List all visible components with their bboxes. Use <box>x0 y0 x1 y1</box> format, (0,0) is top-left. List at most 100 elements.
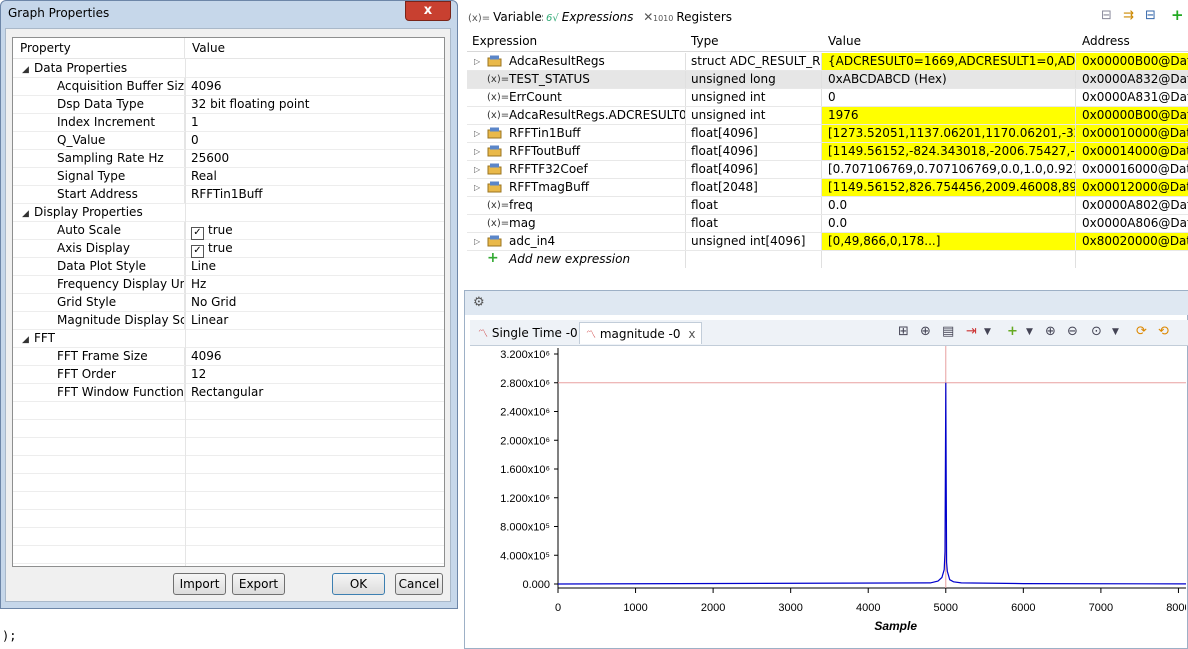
value-cell[interactable]: [0.707106769,0.707106769,0.0,1.0,0.92387… <box>822 161 1076 178</box>
value-cell[interactable]: 0xABCDABCD (Hex) <box>822 71 1076 88</box>
expand-arrow-icon[interactable]: ▷ <box>474 233 480 250</box>
value-column-header[interactable]: Value <box>828 32 861 51</box>
property-value[interactable]: 12 <box>191 366 206 383</box>
expression-row[interactable]: (x)= AdcaResultRegs.ADCRESULT0 unsigned i… <box>467 107 1188 125</box>
expand-arrow-icon[interactable]: ▷ <box>474 143 480 160</box>
property-value[interactable]: Linear <box>191 312 228 329</box>
export-icon[interactable]: ⇥ <box>966 324 977 339</box>
expand-arrow-icon[interactable]: ▷ <box>474 179 480 196</box>
expression-row[interactable]: (x)= ErrCount unsigned int 0 0x0000A831@D… <box>467 89 1188 107</box>
ok-button[interactable]: OK <box>332 573 385 595</box>
expand-arrow-icon[interactable]: ▷ <box>474 53 480 70</box>
import-button[interactable]: Import <box>173 573 226 595</box>
show-type-icon[interactable]: ⇉ <box>1123 8 1134 23</box>
add-new-expression-row[interactable]: + Add new expression <box>467 251 1188 269</box>
property-row[interactable]: Frequency Display Unit Hz <box>13 276 444 294</box>
zoom-in-icon[interactable]: ⊕ <box>1045 324 1056 339</box>
value-cell[interactable]: [1149.56152,826.754456,2009.46008,891.36… <box>822 179 1076 196</box>
property-value[interactable]: 32 bit floating point <box>191 96 310 113</box>
legend-icon[interactable]: ▤ <box>942 324 954 339</box>
property-value[interactable]: ✓ true <box>191 240 233 258</box>
tab-registers[interactable]: 1010 Registers <box>653 9 732 27</box>
checkbox[interactable]: ✓ <box>191 245 204 258</box>
property-value[interactable]: 25600 <box>191 150 229 167</box>
property-value[interactable]: 0 <box>191 132 199 149</box>
address-column-header[interactable]: Address <box>1082 32 1130 51</box>
tab-magnitude[interactable]: 〽 magnitude -0 x <box>579 322 703 344</box>
expression-column-header[interactable]: Expression <box>472 32 537 51</box>
add-graph-icon[interactable]: + <box>1007 324 1018 339</box>
property-row[interactable]: Auto Scale ✓ true <box>13 222 444 240</box>
property-row[interactable]: Signal Type Real <box>13 168 444 186</box>
category-row[interactable]: ◢ FFT <box>13 330 444 348</box>
expression-row[interactable]: ▷ RFFToutBuff float[4096] [1149.56152,-82… <box>467 143 1188 161</box>
zoom-out-icon[interactable]: ⊖ <box>1067 324 1078 339</box>
property-row[interactable]: Dsp Data Type 32 bit floating point <box>13 96 444 114</box>
checkbox[interactable]: ✓ <box>191 227 204 240</box>
export-button[interactable]: Export <box>232 573 285 595</box>
value-cell[interactable]: 1976 <box>822 107 1076 124</box>
expression-row[interactable]: (x)= mag float 0.0 0x0000A806@Data <box>467 215 1188 233</box>
chevron-down-icon[interactable]: ▼ <box>1112 327 1119 337</box>
expression-row[interactable]: ▷ RFFTmagBuff float[2048] [1149.56152,826… <box>467 179 1188 197</box>
property-row[interactable]: Magnitude Display Scale Linear <box>13 312 444 330</box>
property-row[interactable]: FFT Frame Size 4096 <box>13 348 444 366</box>
expression-row[interactable]: (x)= TEST_STATUS unsigned long 0xABCDABCD… <box>467 71 1188 89</box>
value-column-header[interactable]: Value <box>185 38 444 59</box>
property-row[interactable]: Start Address RFFTin1Buff <box>13 186 444 204</box>
expand-arrow-icon[interactable]: ▷ <box>474 125 480 142</box>
value-cell[interactable]: 0 <box>822 89 1076 106</box>
close-icon[interactable]: ✕ <box>643 10 653 24</box>
value-cell[interactable]: [0,49,866,0,178...] <box>822 233 1076 250</box>
expand-arrow-icon[interactable]: ▷ <box>474 161 480 178</box>
property-row[interactable]: Q_Value 0 <box>13 132 444 150</box>
cancel-button[interactable]: Cancel <box>395 573 443 595</box>
close-icon[interactable]: x <box>688 327 695 341</box>
property-value[interactable]: Rectangular <box>191 384 263 401</box>
expression-row[interactable]: (x)= freq float 0.0 0x0000A802@Data <box>467 197 1188 215</box>
chevron-down-icon[interactable]: ▼ <box>1026 327 1033 337</box>
value-cell[interactable]: [1273.52051,1137.06201,1170.06201,-329.9… <box>822 125 1076 142</box>
minimize-icon[interactable]: ⊟ <box>1145 8 1156 23</box>
view-menu-icon[interactable]: ⚙ <box>473 295 485 310</box>
chevron-down-icon[interactable]: ▼ <box>984 327 991 337</box>
expression-row[interactable]: ▷ RFFTin1Buff float[4096] [1273.52051,113… <box>467 125 1188 143</box>
property-value[interactable]: RFFTin1Buff <box>191 186 263 203</box>
value-cell[interactable]: [1149.56152,-824.343018,-2006.75427,-869… <box>822 143 1076 160</box>
dialog-close-button[interactable]: x <box>405 1 451 21</box>
type-column-header[interactable]: Type <box>691 32 719 51</box>
property-row[interactable]: Axis Display ✓ true <box>13 240 444 258</box>
property-row[interactable]: FFT Window Function Rectangular <box>13 384 444 402</box>
expression-row[interactable]: ▷ adc_in4 unsigned int[4096] [0,49,866,0,… <box>467 233 1188 251</box>
property-value[interactable]: No Grid <box>191 294 236 311</box>
zoom-fit-icon[interactable]: ⊙ <box>1091 324 1102 339</box>
collapse-triangle-icon[interactable]: ◢ <box>22 62 34 77</box>
property-value[interactable]: ✓ true <box>191 222 233 240</box>
category-row[interactable]: ◢ Data Properties <box>13 60 444 78</box>
tab-expressions[interactable]: 6√ Expressions ✕ <box>543 9 657 27</box>
collapse-triangle-icon[interactable]: ◢ <box>22 332 34 347</box>
property-value[interactable]: 1 <box>191 114 199 131</box>
property-value[interactable]: Line <box>191 258 216 275</box>
add-expression-icon[interactable]: + <box>1171 6 1184 24</box>
cursor-icon[interactable]: ⊕ <box>920 324 931 339</box>
property-row[interactable]: Data Plot Style Line <box>13 258 444 276</box>
measure-icon[interactable]: ⊞ <box>898 324 909 339</box>
magnitude-chart[interactable]: 0.000 4.000x10⁵ 8.000x10⁵ 1.200x10⁶ 1.600x10… <box>466 346 1186 646</box>
collapse-all-icon[interactable]: ⊟ <box>1101 8 1112 23</box>
property-value[interactable]: 4096 <box>191 78 222 95</box>
value-cell[interactable]: 0.0 <box>822 215 1076 232</box>
property-value[interactable]: Hz <box>191 276 206 293</box>
expression-row[interactable]: ▷AdcaResultRegs struct ADC_RESULT_RE... … <box>467 53 1188 71</box>
property-value[interactable]: 4096 <box>191 348 222 365</box>
tab-variables[interactable]: (x)= Variables <box>468 9 548 27</box>
property-row[interactable]: Grid Style No Grid <box>13 294 444 312</box>
property-row[interactable]: Sampling Rate Hz 25600 <box>13 150 444 168</box>
expression-row[interactable]: ▷ RFFTF32Coef float[4096] [0.707106769,0.… <box>467 161 1188 179</box>
value-cell[interactable]: {ADCRESULT0=1669,ADCRESULT1=0,ADCRE... <box>822 53 1076 70</box>
property-row[interactable]: Acquisition Buffer Size 4096 <box>13 78 444 96</box>
refresh-icon[interactable]: ⟳ <box>1136 324 1147 339</box>
tab-single-time[interactable]: 〽 Single Time -0 <box>472 322 584 344</box>
property-row[interactable]: Index Increment 1 <box>13 114 444 132</box>
collapse-triangle-icon[interactable]: ◢ <box>22 206 34 221</box>
